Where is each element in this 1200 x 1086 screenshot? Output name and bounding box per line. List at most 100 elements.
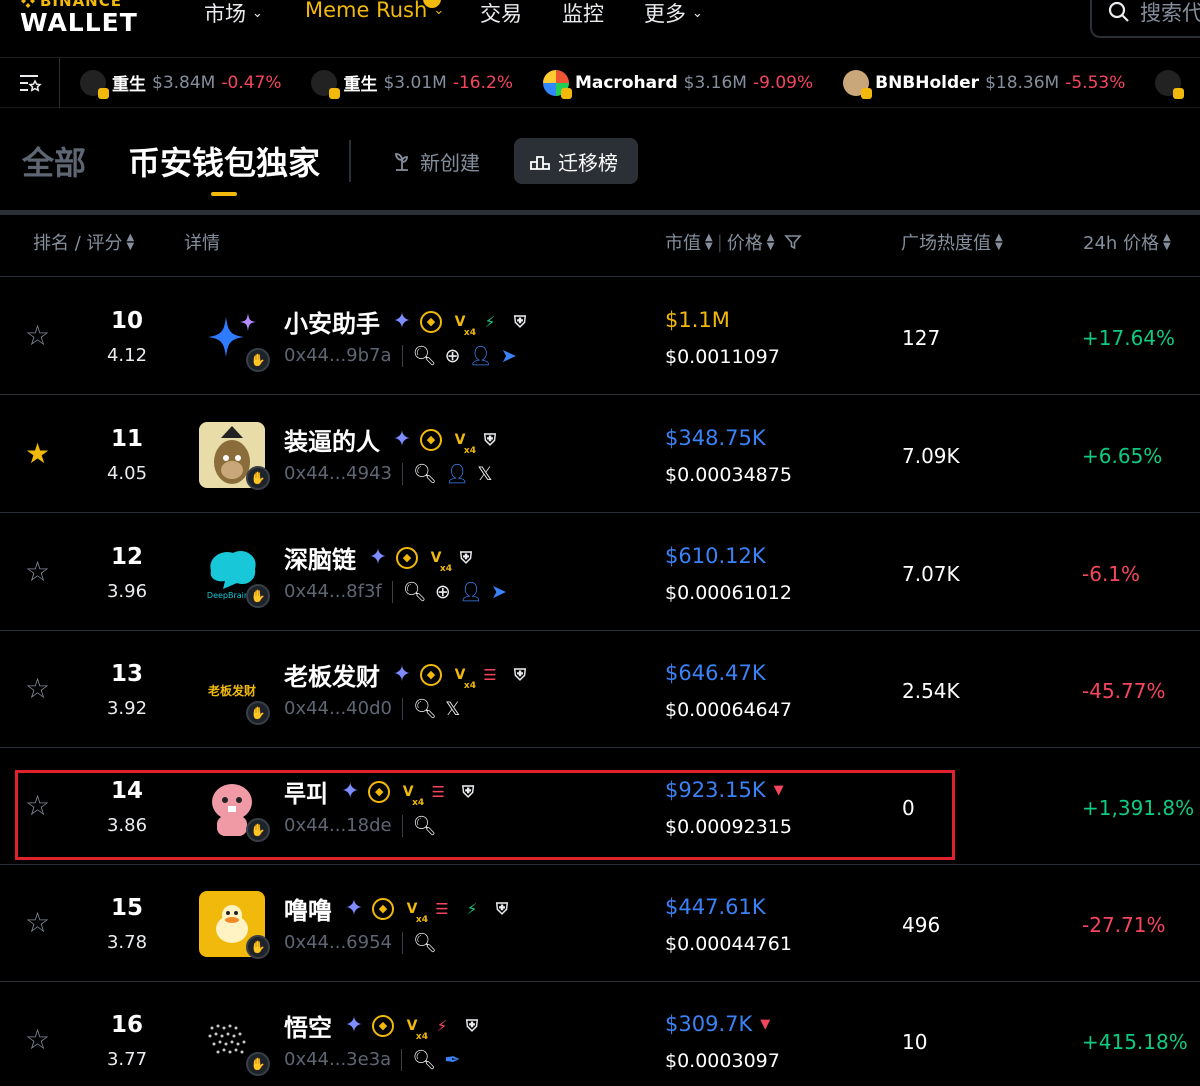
search-icon[interactable]: 🔍︎ bbox=[403, 580, 427, 603]
token-name-row: 老板发财 ✦ ◆ Vx4 ☰ ⛨ bbox=[284, 657, 532, 692]
table-row[interactable]: ★ 11 4.05 ✋ 装逼的人 ✦ ◆ Vx4 ⛨ 0x44...4943 🔍… bbox=[0, 396, 1200, 513]
ticker-item[interactable]: 重生 $3.84M -0.47% bbox=[80, 69, 281, 99]
tab-exclusive[interactable]: 币安钱包独家 bbox=[128, 138, 320, 184]
search-icon[interactable]: 🔍︎ bbox=[412, 1048, 436, 1071]
telegram-icon[interactable]: ➤ bbox=[501, 345, 517, 367]
subtab-new[interactable]: 新创建 bbox=[376, 138, 494, 184]
ticker-item[interactable]: 重生 $3.01M -16.2% bbox=[311, 69, 513, 99]
list-star-icon bbox=[19, 74, 42, 92]
header-heat[interactable]: 广场热度值 ▲ ▼ bbox=[901, 229, 1003, 255]
ticker-item[interactable]: BNBHolder $18.36M -5.53% bbox=[843, 69, 1126, 99]
binance-coin-icon: ◆ bbox=[372, 1014, 394, 1037]
heat-value: 2.54K bbox=[902, 679, 960, 703]
token-name[interactable]: 深脑链 bbox=[284, 540, 356, 575]
star-icon[interactable]: ☆ bbox=[25, 322, 50, 350]
ticker-name: BNBHolder bbox=[875, 72, 980, 93]
sort-icon: ▲ ▼ bbox=[995, 232, 1003, 252]
token-address[interactable]: 0x44...40d0 bbox=[284, 698, 392, 719]
rank: 15 bbox=[110, 895, 143, 921]
token-name-row: 噜噜 ✦ ◆ Vx4 ☰ ⚡ ⛨ bbox=[284, 891, 514, 926]
star-filled-icon[interactable]: ★ bbox=[25, 440, 50, 468]
heat-value: 10 bbox=[902, 1030, 928, 1054]
header-mcap[interactable]: 市值 ▲ ▼ | 价格 ▲ ▼ bbox=[665, 229, 803, 255]
score: 3.92 bbox=[106, 698, 148, 719]
header-rank[interactable]: 排名 / 评分 ▲ ▼ bbox=[33, 229, 134, 255]
shield-icon: ⛨ bbox=[465, 1015, 478, 1035]
token-name[interactable]: 噜噜 bbox=[284, 891, 332, 926]
market-cap: $1.1M bbox=[665, 308, 730, 332]
star-icon[interactable]: ☆ bbox=[25, 1026, 50, 1054]
star-icon[interactable]: ☆ bbox=[25, 909, 50, 937]
market-cap: $348.75K bbox=[665, 426, 766, 450]
nav-meme-rush[interactable]: Meme Rush ⌄ bbox=[305, 0, 444, 22]
x-twitter-icon[interactable]: 𝕏 bbox=[477, 463, 492, 485]
table-row[interactable]: ☆ 16 3.77 ✋ 悟空 ✦ ◆ Vx4 ⚡ ⛨ 0x44...3e3a 🔍… bbox=[0, 982, 1200, 1086]
search-input[interactable]: 搜索代 bbox=[1090, 0, 1200, 38]
header-detail-label: 详情 bbox=[184, 233, 220, 254]
token-address[interactable]: 0x44...4943 bbox=[284, 463, 392, 484]
rank: 13 bbox=[110, 661, 143, 687]
token-address[interactable]: 0x44...9b7a bbox=[284, 345, 392, 366]
feather-icon[interactable]: ✒ bbox=[444, 1049, 460, 1071]
user-icon[interactable]: 👤︎ bbox=[459, 580, 483, 603]
token-name[interactable]: 老板发财 bbox=[284, 657, 380, 692]
verified-x4-icon: Vx4 bbox=[454, 666, 476, 691]
star-icon[interactable]: ☆ bbox=[25, 558, 50, 586]
website-icon[interactable]: ⊕ bbox=[435, 581, 451, 603]
price: $0.0011097 bbox=[665, 346, 780, 368]
star-icon[interactable]: ☆ bbox=[25, 675, 50, 703]
heat-value: 496 bbox=[902, 913, 941, 937]
search-icon[interactable]: 🔍︎ bbox=[413, 344, 437, 367]
binance-wallet-logo[interactable]: BINANCE WALLET bbox=[20, 0, 138, 37]
nav-monitor[interactable]: 监控 bbox=[562, 0, 604, 28]
header-change[interactable]: 24h 价格 ▲ ▼ bbox=[1083, 229, 1171, 255]
token-name[interactable]: 悟空 bbox=[284, 1008, 332, 1043]
token-address[interactable]: 0x44...3e3a bbox=[284, 1049, 391, 1070]
x-twitter-icon[interactable]: 𝕏 bbox=[445, 698, 460, 720]
shield-icon: ⛨ bbox=[495, 898, 508, 918]
heat-value: 7.09K bbox=[902, 444, 960, 468]
top-nav: BINANCE WALLET 市场 ⌄ Meme Rush ⌄ 交易 监控 更多… bbox=[0, 0, 1200, 58]
ticker-item-partial[interactable] bbox=[1155, 69, 1185, 99]
token-address[interactable]: 0x44...6954 bbox=[284, 932, 392, 953]
sort-icon: ▲ ▼ bbox=[126, 232, 135, 252]
token-name[interactable]: 装逼的人 bbox=[284, 422, 380, 457]
website-icon[interactable]: ⊕ bbox=[445, 345, 461, 367]
sort-icon: ▲ ▼ bbox=[766, 232, 775, 252]
nav-more[interactable]: 更多 ⌄ bbox=[644, 0, 703, 28]
filter-icon[interactable] bbox=[784, 233, 803, 251]
user-icon[interactable]: 👤︎ bbox=[469, 344, 493, 367]
ticker-item[interactable]: Macrohard $3.16M -9.09% bbox=[542, 69, 814, 99]
table-row[interactable]: ☆ 13 3.92 老板发财 ✋ 老板发财 ✦ ◆ Vx4 ☰ ⛨ 0x44..… bbox=[0, 631, 1200, 748]
search-icon[interactable]: 🔍︎ bbox=[413, 462, 437, 485]
token-name[interactable]: 小安助手 bbox=[284, 304, 380, 339]
nav-meme-rush-label: Meme Rush bbox=[305, 0, 428, 22]
ticker-settings-button[interactable] bbox=[0, 57, 60, 108]
table-row[interactable]: ☆ 15 3.78 ✋ 噜噜 ✦ ◆ Vx4 ☰ ⚡ ⛨ 0x44...6954… bbox=[0, 865, 1200, 982]
token-address[interactable]: 0x44...8f3f bbox=[284, 581, 382, 602]
price-change: +1,391.8% bbox=[1082, 796, 1195, 820]
nav-market[interactable]: 市场 ⌄ bbox=[204, 0, 263, 28]
table-row[interactable]: ☆ 12 3.96 DeepBrain C ✋ 深脑链 ✦ ◆ Vx4 ⛨ 0x… bbox=[0, 514, 1200, 631]
token-icon bbox=[1155, 69, 1185, 99]
search-icon bbox=[1108, 1, 1129, 22]
token-icon bbox=[843, 69, 873, 99]
ticker-change: -9.09% bbox=[752, 72, 814, 93]
search-icon[interactable]: 🔍︎ bbox=[413, 931, 437, 954]
search-placeholder: 搜索代 bbox=[1140, 1, 1200, 25]
verified-x4-icon: Vx4 bbox=[406, 900, 428, 925]
subtab-migrated[interactable]: 迁移榜 bbox=[514, 138, 638, 184]
table-row[interactable]: ☆ 10 4.12 ✋ 小安助手 ✦ ◆ Vx4 ⚡ ⛨ 0x44...9b7a… bbox=[0, 278, 1200, 395]
ticker-change: -5.53% bbox=[1065, 72, 1126, 93]
market-cap: $646.47K bbox=[665, 661, 766, 685]
rank: 10 bbox=[110, 308, 143, 334]
user-icon[interactable]: 👤︎ bbox=[445, 462, 469, 485]
price: $0.00034875 bbox=[665, 464, 792, 486]
nav-trade[interactable]: 交易 bbox=[480, 0, 522, 28]
search-icon[interactable]: 🔍︎ bbox=[413, 697, 437, 720]
tab-all[interactable]: 全部 bbox=[22, 138, 86, 184]
telegram-icon[interactable]: ➤ bbox=[491, 581, 507, 603]
price: $0.00044761 bbox=[665, 933, 792, 955]
divider bbox=[401, 344, 403, 367]
price-change: +415.18% bbox=[1082, 1030, 1188, 1054]
